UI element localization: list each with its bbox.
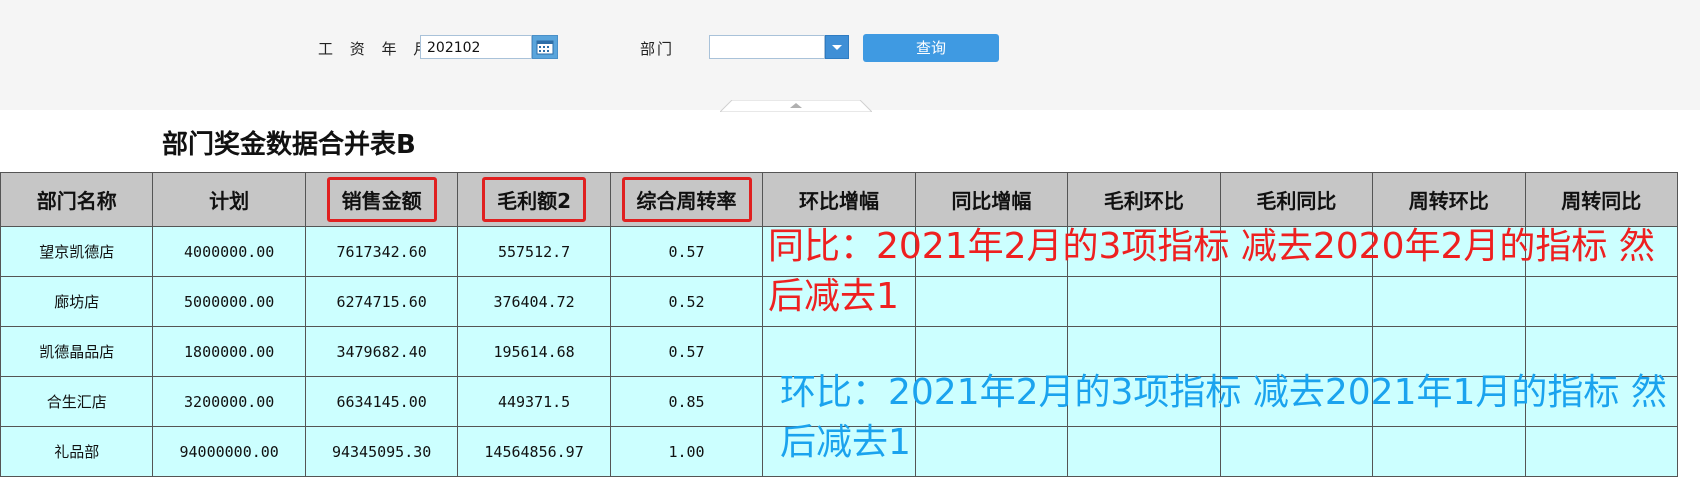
dept-name-cell: 合生汇店 <box>0 376 154 427</box>
col-header-label: 计划 <box>209 189 250 213</box>
table-header-row: 部门名称 计划 销售金额 毛利额2 综合周转率 环比增幅 同比增幅 毛利环比 毛… <box>0 172 1679 227</box>
dept-name-cell: 礼品部 <box>0 426 154 477</box>
col-header-label-highlighted: 综合周转率 <box>621 177 752 222</box>
col-header: 毛利同比 <box>1219 172 1374 227</box>
dept-label: 部门 <box>640 40 675 58</box>
table-cell: 94000000.00 <box>152 426 306 477</box>
dept-name-cell: 廊坊店 <box>0 276 154 327</box>
calendar-icon <box>536 40 554 55</box>
table-cell: 7617342.60 <box>304 226 459 277</box>
col-header: 毛利环比 <box>1067 172 1221 227</box>
month-input[interactable]: 202102 <box>420 35 532 59</box>
table-cell: 195614.68 <box>457 326 611 377</box>
table-cell: 3479682.40 <box>304 326 459 377</box>
table-cell: 376404.72 <box>457 276 611 327</box>
col-header: 销售金额 <box>304 172 459 227</box>
table-cell: 94345095.30 <box>304 426 459 477</box>
col-header: 部门名称 <box>0 172 154 227</box>
table-cell: 0.85 <box>609 376 764 427</box>
col-header: 同比增幅 <box>914 172 1069 227</box>
col-header: 周转环比 <box>1372 172 1526 227</box>
col-header: 综合周转率 <box>609 172 764 227</box>
collapse-panel-handle[interactable] <box>720 100 872 112</box>
mom-annotation: 环比：2021年2月的3项指标 减去2021年1月的指标 然后减去1 <box>780 372 1667 463</box>
chevron-down-icon <box>832 45 842 50</box>
table-cell: 14564856.97 <box>457 426 611 477</box>
table-cell: 557512.7 <box>457 226 611 277</box>
col-header: 环比增幅 <box>762 172 916 227</box>
filter-toolbar: 工 资 年 月 202102 部门 查询 <box>0 0 1700 110</box>
dept-select[interactable] <box>709 35 825 59</box>
col-header-label: 同比增幅 <box>951 189 1032 213</box>
col-header: 计划 <box>152 172 306 227</box>
table-cell: 449371.5 <box>457 376 611 427</box>
table-cell: 4000000.00 <box>152 226 306 277</box>
col-header-label-highlighted: 毛利额2 <box>482 177 587 222</box>
col-header-label: 毛利环比 <box>1103 189 1184 213</box>
col-header-label: 部门名称 <box>36 189 117 213</box>
col-header-label: 毛利同比 <box>1256 189 1337 213</box>
col-header: 周转同比 <box>1524 172 1679 227</box>
report-title: 部门奖金数据合并表B <box>162 130 416 160</box>
table-cell: 1.00 <box>609 426 764 477</box>
dept-dropdown-button[interactable] <box>825 35 849 59</box>
table-cell: 0.57 <box>609 226 764 277</box>
query-button[interactable]: 查询 <box>863 34 999 62</box>
table-cell: 6634145.00 <box>304 376 459 427</box>
table-cell: 6274715.60 <box>304 276 459 327</box>
table-cell: 0.57 <box>609 326 764 377</box>
col-header: 毛利额2 <box>457 172 611 227</box>
table-cell: 1800000.00 <box>152 326 306 377</box>
yoy-annotation: 同比：2021年2月的3项指标 减去2020年2月的指标 然后减去1 <box>768 226 1655 317</box>
col-header-label-highlighted: 销售金额 <box>326 177 437 222</box>
dept-name-cell: 望京凯德店 <box>0 226 154 277</box>
month-label: 工 资 年 月 <box>318 40 435 58</box>
calendar-button[interactable] <box>532 35 558 59</box>
col-header-label: 环比增幅 <box>798 189 879 213</box>
table-cell: 3200000.00 <box>152 376 306 427</box>
dept-name-cell: 凯德晶品店 <box>0 326 154 377</box>
table-cell: 0.52 <box>609 276 764 327</box>
col-header-label: 周转同比 <box>1561 189 1642 213</box>
col-header-label: 周转环比 <box>1408 189 1489 213</box>
table-cell: 5000000.00 <box>152 276 306 327</box>
